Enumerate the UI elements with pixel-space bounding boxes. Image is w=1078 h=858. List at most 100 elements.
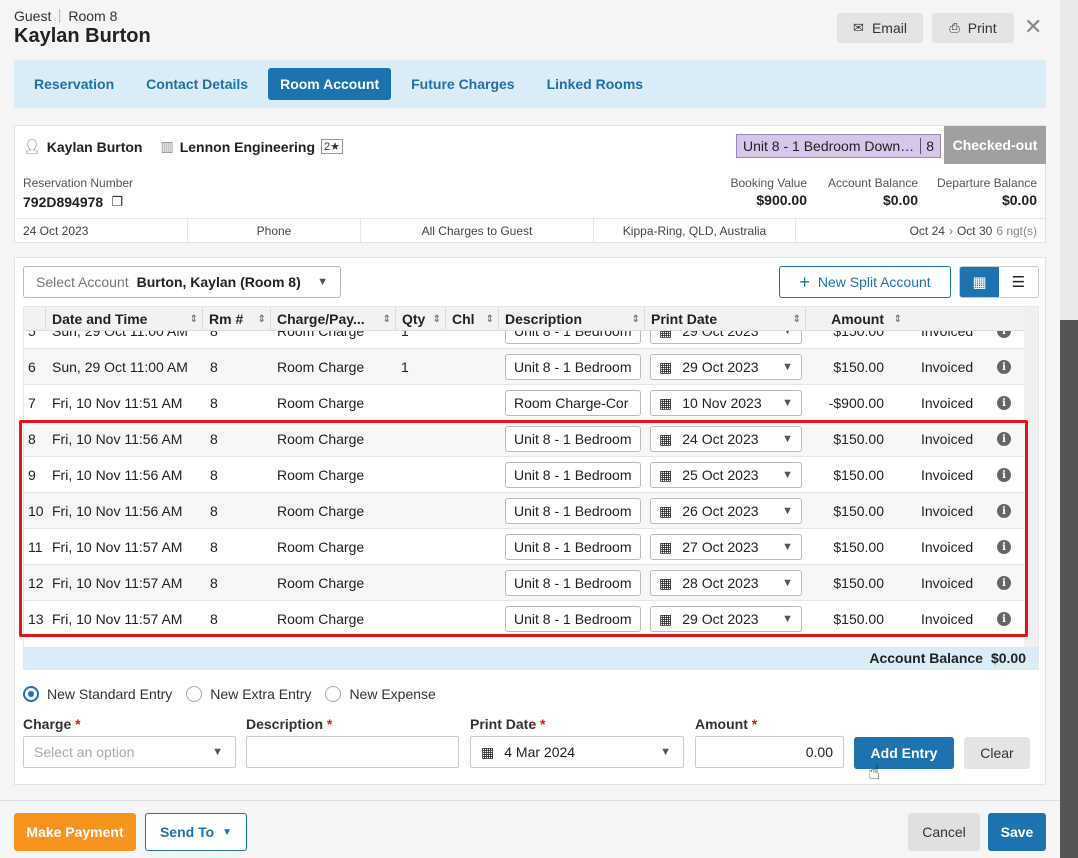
table-row[interactable]: 12 Fri, 10 Nov 11:57 AM 8 Room Charge Un…	[24, 565, 1024, 601]
description-input[interactable]	[246, 736, 459, 768]
list-view-icon[interactable]: ☰	[999, 267, 1038, 297]
row-print-date-picker[interactable]: ▦ 29 Oct 2023 ▼	[650, 606, 802, 632]
row-datetime: Fri, 10 Nov 11:57 AM	[52, 539, 183, 555]
table-row[interactable]: 7 Fri, 10 Nov 11:51 AM 8 Room Charge Roo…	[24, 385, 1024, 421]
sort-icon: ⇕	[485, 313, 494, 325]
print-date-value: 4 Mar 2024	[504, 744, 576, 760]
info-icon[interactable]: i	[997, 612, 1011, 626]
info-icon[interactable]: i	[997, 504, 1011, 518]
col-qty[interactable]: Qty ⇕	[396, 307, 446, 331]
email-button[interactable]: ✉ Email	[837, 13, 923, 43]
row-print-date-picker[interactable]: ▦ 28 Oct 2023 ▼	[650, 570, 802, 596]
charge-select[interactable]: Select an option ▼	[23, 736, 236, 768]
row-description-input[interactable]: Unit 8 - 1 Bedroom	[505, 498, 641, 524]
row-print-date-picker[interactable]: ▦ 25 Oct 2023 ▼	[650, 462, 802, 488]
account-balance-label: Account Balance	[827, 176, 918, 190]
row-print-date: 10 Nov 2023	[682, 395, 762, 411]
info-icon[interactable]: i	[997, 432, 1011, 446]
info-icon[interactable]: i	[997, 540, 1011, 554]
row-print-date-picker[interactable]: ▦ 10 Nov 2023 ▼	[650, 390, 802, 416]
row-room: 8	[210, 359, 218, 375]
table-row[interactable]: 6 Sun, 29 Oct 11:00 AM 8 Room Charge 1 U…	[24, 349, 1024, 385]
col-chl[interactable]: Chl ⇕	[446, 307, 499, 331]
save-button[interactable]: Save	[988, 813, 1046, 851]
row-print-date-picker[interactable]: ▦ 24 Oct 2023 ▼	[650, 426, 802, 452]
info-icon[interactable]: i	[997, 576, 1011, 590]
table-row[interactable]: 13 Fri, 10 Nov 11:57 AM 8 Room Charge Un…	[24, 601, 1024, 637]
required-mark: *	[75, 716, 81, 732]
amount-input[interactable]: 0.00	[695, 736, 844, 768]
row-print-date: 29 Oct 2023	[682, 359, 759, 375]
row-description-input[interactable]: Unit 8 - 1 Bedroom	[505, 426, 641, 452]
radio-new-standard-entry[interactable]: New Standard Entry	[23, 686, 172, 702]
table-row[interactable]: 10 Fri, 10 Nov 11:56 AM 8 Room Charge Un…	[24, 493, 1024, 529]
clear-button[interactable]: Clear	[964, 737, 1030, 769]
row-room: 8	[210, 431, 218, 447]
row-description-input[interactable]: Room Charge-Cor	[505, 390, 641, 416]
tab-contact-details[interactable]: Contact Details	[134, 68, 260, 100]
col-print-date-label: Print Date	[651, 311, 718, 327]
tab-future-charges[interactable]: Future Charges	[399, 68, 526, 100]
charge-field-label: Charge *	[23, 716, 81, 732]
page-title: Kaylan Burton	[14, 25, 151, 47]
col-amount[interactable]: Amount ⇕	[806, 307, 906, 331]
row-amount: $150.00	[833, 575, 884, 591]
description-label-text: Description	[246, 716, 324, 732]
send-to-button[interactable]: Send To ▼	[145, 813, 247, 851]
row-print-date-picker[interactable]: ▦ 29 Oct 2023 ▼	[650, 354, 802, 380]
row-charge: Room Charge	[277, 467, 365, 483]
tab-linked-rooms[interactable]: Linked Rooms	[535, 68, 655, 100]
radio-new-expense[interactable]: New Expense	[325, 686, 436, 702]
info-icon[interactable]: i	[997, 396, 1011, 410]
grid-scrollbar[interactable]	[1024, 307, 1038, 669]
row-description-input[interactable]: Unit 8 - 1 Bedroom	[505, 606, 641, 632]
row-amount: $150.00	[833, 503, 884, 519]
info-icon[interactable]: i	[997, 360, 1011, 374]
table-row[interactable]: 9 Fri, 10 Nov 11:56 AM 8 Room Charge Uni…	[24, 457, 1024, 493]
select-account-value: Burton, Kaylan (Room 8)	[136, 274, 301, 290]
tab-reservation[interactable]: Reservation	[22, 68, 126, 100]
table-row[interactable]: 8 Fri, 10 Nov 11:56 AM 8 Room Charge Uni…	[24, 421, 1024, 457]
info-icon[interactable]: i	[997, 468, 1011, 482]
col-print-date[interactable]: Print Date ⇕	[645, 307, 806, 331]
row-print-date-picker[interactable]: ▦ 27 Oct 2023 ▼	[650, 534, 802, 560]
row-description-input[interactable]: Unit 8 - 1 Bedroom	[505, 570, 641, 596]
col-charge[interactable]: Charge/Pay... ⇕	[271, 307, 396, 331]
row-charge: Room Charge	[277, 503, 365, 519]
col-description[interactable]: Description ⇕	[499, 307, 645, 331]
print-date-picker[interactable]: ▦ 4 Mar 2024 ▼	[470, 736, 684, 768]
guest-name[interactable]: Kaylan Burton	[47, 139, 143, 155]
radio-icon	[325, 686, 342, 702]
cancel-button[interactable]: Cancel	[908, 813, 980, 851]
guest-line: 👤︎ Kaylan Burton ▥ Lennon Engineering 2★	[23, 138, 344, 155]
row-print-date-picker[interactable]: ▦ 26 Oct 2023 ▼	[650, 498, 802, 524]
print-button[interactable]: ⎙ Print	[932, 13, 1014, 43]
calendar-icon: ▦	[659, 574, 673, 591]
make-payment-button[interactable]: Make Payment	[14, 813, 136, 851]
account-balance: Account Balance $0.00	[818, 176, 918, 208]
col-date-time[interactable]: Date and Time ⇕	[46, 307, 203, 331]
unit-badge[interactable]: Unit 8 - 1 Bedroom Down… 8	[736, 134, 941, 158]
table-row[interactable]: 11 Fri, 10 Nov 11:57 AM 8 Room Charge Un…	[24, 529, 1024, 565]
close-icon[interactable]: ✕	[1024, 16, 1042, 38]
departure-date: Oct 30	[956, 223, 993, 238]
row-description-input[interactable]: Unit 8 - 1 Bedroom	[505, 354, 641, 380]
col-room[interactable]: Rm # ⇕	[203, 307, 271, 331]
row-print-date: 29 Oct 2023	[682, 611, 759, 627]
radio-new-extra-entry[interactable]: New Extra Entry	[186, 686, 311, 702]
new-split-account-button[interactable]: + New Split Account	[779, 266, 951, 298]
select-account-dropdown[interactable]: Select Account Burton, Kaylan (Room 8) ▼	[23, 266, 341, 298]
tab-room-account[interactable]: Room Account	[268, 68, 392, 100]
grid-view-icon[interactable]: ▦	[960, 267, 999, 297]
company-name[interactable]: Lennon Engineering	[180, 139, 315, 155]
copy-icon[interactable]: ❐	[111, 194, 123, 210]
chevron-down-icon: ▼	[782, 541, 793, 553]
row-datetime: Fri, 10 Nov 11:57 AM	[52, 611, 183, 627]
col-description-label: Description	[505, 311, 583, 327]
account-balance-amount: $0.00	[882, 192, 918, 208]
row-number: 13	[28, 611, 44, 627]
guest-label: Guest	[14, 8, 52, 24]
col-chl-label: Chl	[452, 311, 475, 327]
row-description-input[interactable]: Unit 8 - 1 Bedroom	[505, 462, 641, 488]
row-description-input[interactable]: Unit 8 - 1 Bedroom	[505, 534, 641, 560]
